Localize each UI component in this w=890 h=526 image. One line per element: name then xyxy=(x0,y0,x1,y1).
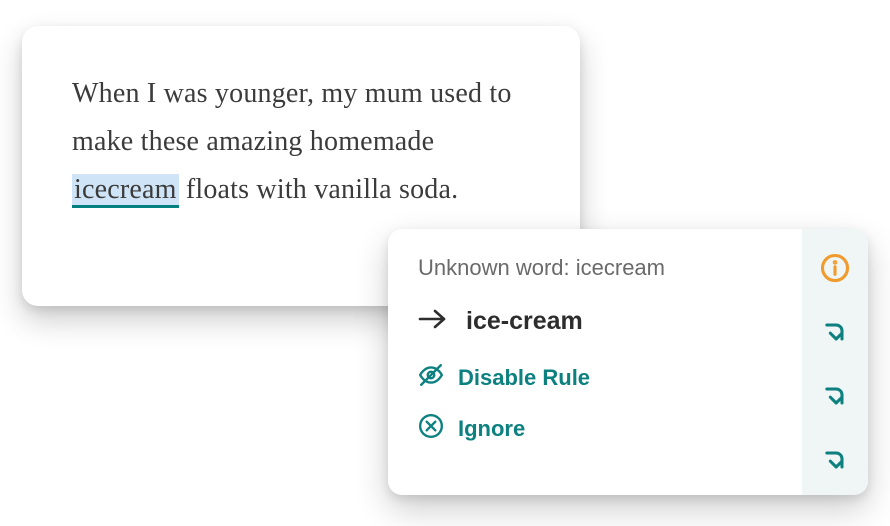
ignore-label: Ignore xyxy=(458,416,525,442)
apply-down-icon[interactable] xyxy=(818,379,852,413)
popup-header-word: icecream xyxy=(576,255,665,280)
text-after: floats with vanilla soda. xyxy=(179,174,459,205)
disable-rule-label: Disable Rule xyxy=(458,365,590,391)
info-icon[interactable] xyxy=(818,251,852,285)
popup-header: Unknown word: icecream xyxy=(418,255,778,281)
close-circle-icon xyxy=(418,413,444,444)
apply-down-icon[interactable] xyxy=(818,315,852,349)
popup-main: Unknown word: icecream ice-cream Disable… xyxy=(388,229,802,495)
apply-down-icon[interactable] xyxy=(818,443,852,477)
suggestion-row[interactable]: ice-cream xyxy=(418,307,778,336)
arrow-right-icon xyxy=(418,308,448,335)
disable-rule-button[interactable]: Disable Rule xyxy=(418,362,778,393)
spellcheck-popup: Unknown word: icecream ice-cream Disable… xyxy=(388,229,868,495)
ignore-button[interactable]: Ignore xyxy=(418,413,778,444)
popup-sidebar xyxy=(802,229,868,495)
eye-off-icon xyxy=(418,362,444,393)
editor-text[interactable]: When I was younger, my mum used to make … xyxy=(72,70,530,214)
suggestion-text: ice-cream xyxy=(466,307,583,336)
spelling-error-word[interactable]: icecream xyxy=(72,174,179,208)
popup-header-prefix: Unknown word: xyxy=(418,255,576,280)
text-before: When I was younger, my mum used to make … xyxy=(72,78,512,157)
